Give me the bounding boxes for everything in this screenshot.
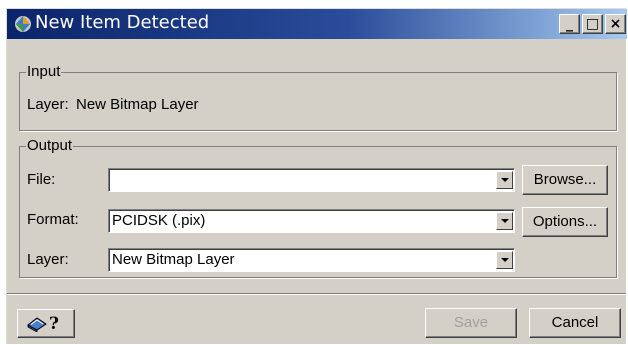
cancel-button[interactable]: Cancel bbox=[529, 308, 621, 338]
close-button[interactable]: × bbox=[605, 14, 626, 34]
options-button[interactable]: Options... bbox=[522, 207, 608, 237]
file-dropdown-arrow-icon[interactable] bbox=[496, 171, 513, 189]
output-layer-dropdown-arrow-icon[interactable] bbox=[496, 251, 513, 269]
input-layer-label: Layer: bbox=[27, 96, 69, 113]
format-combobox[interactable]: PCIDSK (.pix) bbox=[108, 209, 515, 233]
footer-separator bbox=[7, 293, 626, 295]
save-button[interactable]: Save bbox=[425, 308, 517, 338]
browse-button[interactable]: Browse... bbox=[522, 165, 608, 195]
file-label: File: bbox=[27, 171, 56, 188]
help-button[interactable]: ? bbox=[17, 309, 75, 338]
format-value: PCIDSK (.pix) bbox=[112, 212, 206, 229]
help-book-icon bbox=[27, 317, 47, 332]
minimize-button[interactable]: _ bbox=[559, 14, 580, 34]
format-dropdown-arrow-icon[interactable] bbox=[496, 212, 513, 230]
input-layer-value: New Bitmap Layer bbox=[76, 96, 199, 113]
output-layer-value: New Bitmap Layer bbox=[112, 251, 235, 268]
format-label: Format: bbox=[27, 211, 79, 228]
output-layer-label: Layer: bbox=[27, 251, 69, 268]
input-group-legend: Input bbox=[26, 63, 62, 81]
help-question-label: ? bbox=[49, 314, 59, 334]
input-group: Input Layer: New Bitmap Layer bbox=[19, 63, 617, 131]
file-combobox[interactable] bbox=[108, 168, 515, 192]
output-group-legend: Output bbox=[26, 137, 74, 155]
title-bar[interactable]: New Item Detected _ □ × bbox=[7, 9, 627, 39]
app-icon bbox=[15, 16, 31, 32]
maximize-button[interactable]: □ bbox=[582, 14, 603, 34]
new-item-dialog: New Item Detected _ □ × Input Layer: New… bbox=[6, 8, 627, 344]
window-title: New Item Detected bbox=[35, 12, 210, 33]
output-layer-combobox[interactable]: New Bitmap Layer bbox=[108, 248, 515, 272]
output-group: Output File: Browse... Format: PCIDSK (.… bbox=[19, 137, 617, 278]
